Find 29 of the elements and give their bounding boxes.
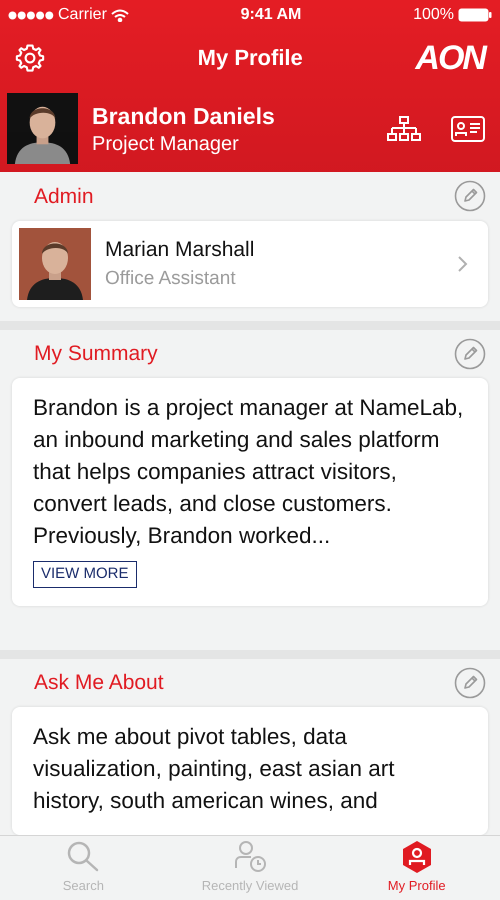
screen-title: My Profile xyxy=(198,44,303,72)
logo: AON xyxy=(415,40,485,74)
chevron-right-icon[interactable] xyxy=(457,254,469,272)
profile-icon xyxy=(402,840,432,874)
carrier-label: Carrier xyxy=(58,5,107,25)
wifi-icon xyxy=(110,8,129,22)
contact-card-icon[interactable] xyxy=(451,116,485,142)
summary-text: Brandon is a project manager at NameLab, an inbound marketing and sales platform that helps companies attract visitors, convert leads, and close customers. Previously, Brandon worked... xyxy=(33,394,464,550)
admin-role: Office Assistant xyxy=(105,267,237,291)
clock-label: 9:41 AM xyxy=(240,5,302,25)
section-heading: Admin xyxy=(34,184,94,210)
search-icon xyxy=(66,840,100,874)
section-heading: Ask Me About xyxy=(34,670,164,696)
ask-me-text: Ask me about pivot tables, data visualization, painting, east asian art history, south american wines, and xyxy=(33,723,396,815)
edit-icon[interactable] xyxy=(454,180,486,212)
view-more-button[interactable]: VIEW MORE xyxy=(33,561,137,588)
battery-icon xyxy=(458,8,492,22)
edit-icon[interactable] xyxy=(454,666,486,699)
admin-name: Marian Marshall xyxy=(105,236,256,262)
signal-icon xyxy=(8,10,54,20)
profile-role: Project Manager xyxy=(92,132,240,156)
org-chart-icon[interactable] xyxy=(387,116,421,142)
person-clock-icon xyxy=(233,840,267,874)
edit-icon[interactable] xyxy=(454,338,486,370)
settings-icon[interactable] xyxy=(15,42,45,72)
section-heading: My Summary xyxy=(34,341,158,367)
battery-label: 100% xyxy=(413,5,454,25)
tab[interactable]: My Profile xyxy=(333,836,500,900)
profile-name: Brandon Daniels xyxy=(92,102,276,130)
